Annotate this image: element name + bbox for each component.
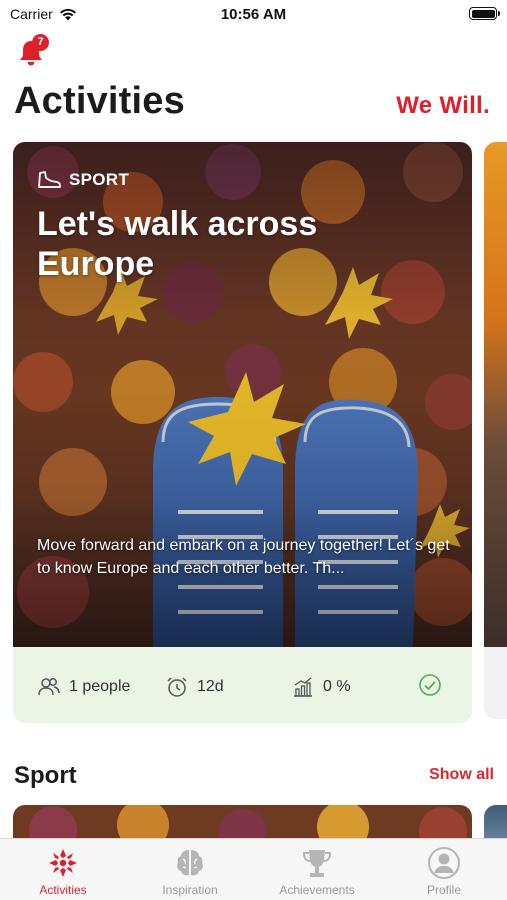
- shoe-icon: [38, 171, 61, 188]
- status-bar: Carrier 10:56 AM: [0, 0, 507, 28]
- tab-bar: Activities Inspiration Achievements Prof…: [0, 838, 507, 900]
- participants-stat: 1 people: [37, 675, 130, 699]
- battery-icon: [469, 7, 500, 20]
- status-time: 10:56 AM: [220, 6, 287, 23]
- trophy-icon: [302, 850, 332, 877]
- duration-stat: 12d: [165, 675, 224, 699]
- tab-achievements-label: Achievements: [279, 883, 355, 897]
- profile-icon: [428, 847, 460, 879]
- tab-profile-label: Profile: [426, 883, 461, 897]
- next-activity-card[interactable]: [484, 142, 507, 719]
- brain-icon: [177, 850, 203, 876]
- card-category-label: SPORT: [69, 170, 130, 189]
- participants-value: 1 people: [69, 678, 131, 695]
- tab-inspiration[interactable]: Inspiration: [127, 845, 253, 897]
- card-title: Let's walk across Europe: [37, 205, 318, 283]
- tab-activities-label: Activities: [39, 883, 87, 897]
- card-category: SPORT: [37, 170, 129, 190]
- growth-chart-icon: [294, 677, 312, 697]
- next-activity-photo: [484, 142, 507, 647]
- notification-badge: 7: [32, 34, 49, 51]
- tab-profile[interactable]: Profile: [381, 845, 507, 897]
- card-stats: 1 people 12d 0 %: [13, 647, 472, 723]
- tab-activities[interactable]: Activities: [0, 845, 126, 897]
- progress-stat: 0 %: [291, 675, 351, 699]
- people-icon: [38, 678, 60, 696]
- progress-value: 0 %: [323, 678, 351, 695]
- page-title: Activities: [14, 80, 185, 122]
- alarm-clock-icon: [167, 677, 187, 697]
- duration-value: 12d: [197, 678, 224, 695]
- featured-activity-card[interactable]: SPORT Let's walk across Europe Move forw…: [13, 142, 472, 723]
- activities-icon: [49, 849, 77, 877]
- brand-logo: We Will.: [396, 92, 490, 119]
- check-circle-icon[interactable]: [418, 673, 442, 697]
- notifications-button[interactable]: 7: [16, 34, 52, 66]
- section-title: Sport: [14, 762, 77, 789]
- card-description: Move forward and embark on a journey tog…: [37, 537, 450, 577]
- show-all-link[interactable]: Show all: [429, 766, 494, 784]
- tab-inspiration-label: Inspiration: [162, 883, 218, 897]
- tab-achievements[interactable]: Achievements: [254, 845, 380, 897]
